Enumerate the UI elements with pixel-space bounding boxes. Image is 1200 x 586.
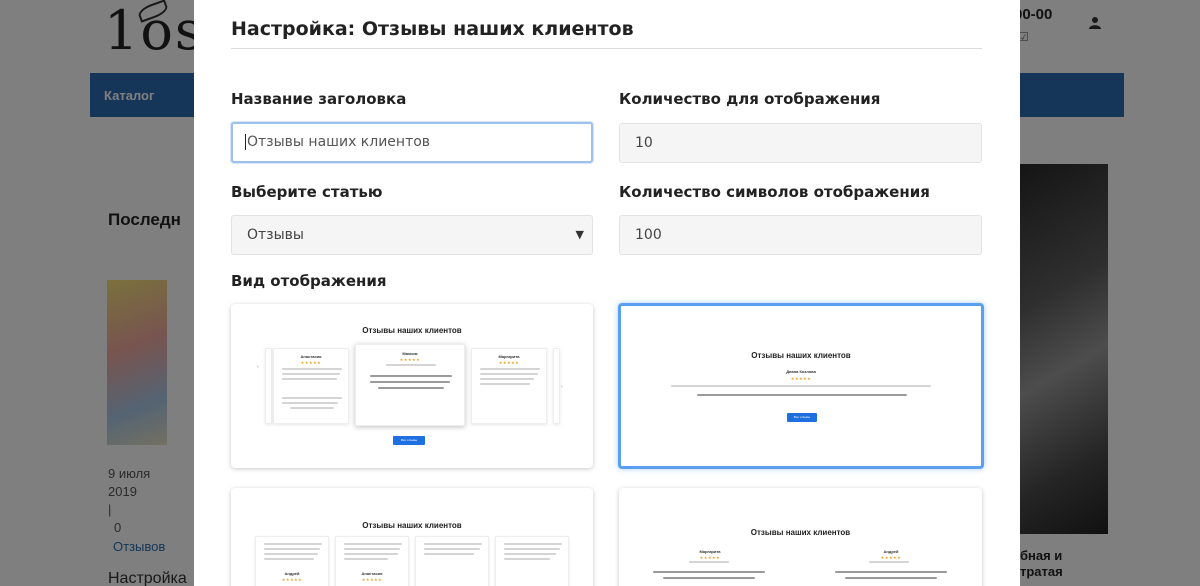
- preview-text-line: [282, 373, 340, 375]
- chevron-right-icon: ›: [561, 384, 563, 390]
- preview-stars: ★★★★★: [361, 577, 383, 582]
- preview-stars: ★★★★★: [880, 555, 902, 560]
- preview-text-line: [424, 548, 480, 550]
- preview-stars: ★★★★★: [300, 360, 322, 365]
- preview-review-card: Андрей ★★★★★: [255, 536, 329, 586]
- preview-review-card: [495, 536, 569, 586]
- chevron-left-icon: ‹: [257, 364, 259, 370]
- article-selected-value: Отзывы: [247, 227, 304, 243]
- preview-text-line: [480, 373, 538, 375]
- text-caret: [245, 134, 246, 150]
- preview-text-line: [344, 543, 402, 545]
- preview-text-line: [344, 553, 398, 555]
- preview-review-card: [415, 536, 489, 586]
- preview-review-name: Маргарита: [498, 354, 520, 359]
- preview-review-card: [265, 348, 272, 424]
- heading-name-input[interactable]: Отзывы наших клиентов: [231, 122, 593, 163]
- layout-option-carousel[interactable]: Отзывы наших клиентов ‹ › Анастасия ★★★★…: [231, 304, 593, 468]
- preview-text-line: [697, 394, 907, 396]
- preview-review-card: [553, 348, 560, 424]
- layout-preview-title: Отзывы наших клиентов: [362, 326, 462, 335]
- preview-text-line: [370, 381, 450, 383]
- preview-text-line: [290, 407, 334, 409]
- preview-text-line: [344, 558, 388, 560]
- preview-stars: ★★★★★: [399, 357, 421, 362]
- preview-text-line: [424, 543, 482, 545]
- preview-text-line: [378, 387, 444, 389]
- display-count-label: Количество для отображения: [619, 90, 881, 108]
- layout-preview-title: Отзывы наших клиентов: [750, 528, 851, 537]
- chars-count-input[interactable]: 100: [619, 215, 982, 255]
- settings-modal: Настройка: Отзывы наших клиентов Названи…: [194, 0, 1020, 586]
- preview-text-line: [282, 402, 338, 404]
- layout-option-grid[interactable]: Отзывы наших клиентов Андрей ★★★★★ Анаст…: [231, 488, 593, 586]
- preview-review-name: Маргарита: [699, 549, 721, 554]
- preview-text-line: [264, 543, 322, 545]
- preview-text-line: [663, 577, 755, 579]
- preview-text-line: [424, 553, 474, 555]
- preview-text-line: [282, 368, 342, 370]
- title-divider: [231, 48, 982, 49]
- preview-text-line: [653, 571, 765, 573]
- preview-text-line: [845, 577, 937, 579]
- view-label: Вид отображения: [231, 272, 387, 290]
- preview-review-card: Анастасия ★★★★★: [273, 348, 349, 424]
- preview-text-line: [504, 558, 550, 560]
- preview-review-name: Диана Козлова: [786, 369, 816, 374]
- preview-text-line: [264, 548, 320, 550]
- heading-name-label: Название заголовка: [231, 90, 407, 108]
- preview-text-line: [480, 378, 534, 380]
- preview-text-line: [504, 548, 560, 550]
- preview-text-line: [671, 385, 931, 387]
- article-select[interactable]: Отзывы ▼: [231, 215, 593, 255]
- preview-text-line: [869, 561, 909, 563]
- chevron-down-icon: ▼: [575, 228, 584, 241]
- preview-text-line: [344, 548, 400, 550]
- preview-stars: ★★★★★: [699, 555, 721, 560]
- layout-option-columns[interactable]: Отзывы наших клиентов Маргарита Андрей ★…: [619, 488, 982, 586]
- article-select-label: Выберите статью: [231, 183, 383, 201]
- display-count-input[interactable]: 10: [619, 123, 982, 163]
- preview-text-line: [370, 375, 452, 377]
- preview-stars: ★★★★★: [790, 376, 812, 381]
- preview-text-line: [480, 368, 540, 370]
- preview-text-line: [264, 553, 318, 555]
- preview-all-reviews-button: Все отзывы: [393, 436, 425, 445]
- preview-text-line: [689, 561, 729, 563]
- preview-text-line: [282, 378, 337, 380]
- heading-name-value: Отзывы наших клиентов: [247, 134, 431, 150]
- preview-all-reviews-button: Все отзывы: [787, 413, 817, 422]
- preview-review-name: Анастасия: [300, 354, 322, 359]
- preview-review-card: Анастасия ★★★★★: [335, 536, 409, 586]
- preview-text-line: [386, 364, 436, 366]
- preview-stars: ★★★★★: [498, 360, 520, 365]
- preview-stars: ★★★★★: [281, 577, 303, 582]
- preview-text-line: [282, 397, 342, 399]
- layout-preview-title: Отзывы наших клиентов: [751, 351, 851, 360]
- preview-review-name: Максим: [402, 351, 418, 356]
- preview-review-name: Андрей: [883, 549, 899, 554]
- modal-title: Настройка: Отзывы наших клиентов: [231, 18, 634, 40]
- layout-option-single[interactable]: Отзывы наших клиентов Диана Козлова ★★★★…: [618, 303, 984, 469]
- preview-text-line: [480, 383, 530, 385]
- layout-preview-title: Отзывы наших клиентов: [362, 521, 462, 530]
- preview-text-line: [504, 543, 562, 545]
- preview-text-line: [504, 553, 556, 555]
- preview-text-line: [835, 571, 947, 573]
- preview-review-card: Маргарита ★★★★★: [471, 348, 547, 424]
- preview-text-line: [264, 558, 314, 560]
- preview-review-name: Андрей: [284, 571, 300, 576]
- preview-review-name: Анастасия: [361, 571, 383, 576]
- chars-count-label: Количество символов отображения: [619, 183, 930, 201]
- preview-review-card-featured: Максим ★★★★★: [355, 344, 465, 426]
